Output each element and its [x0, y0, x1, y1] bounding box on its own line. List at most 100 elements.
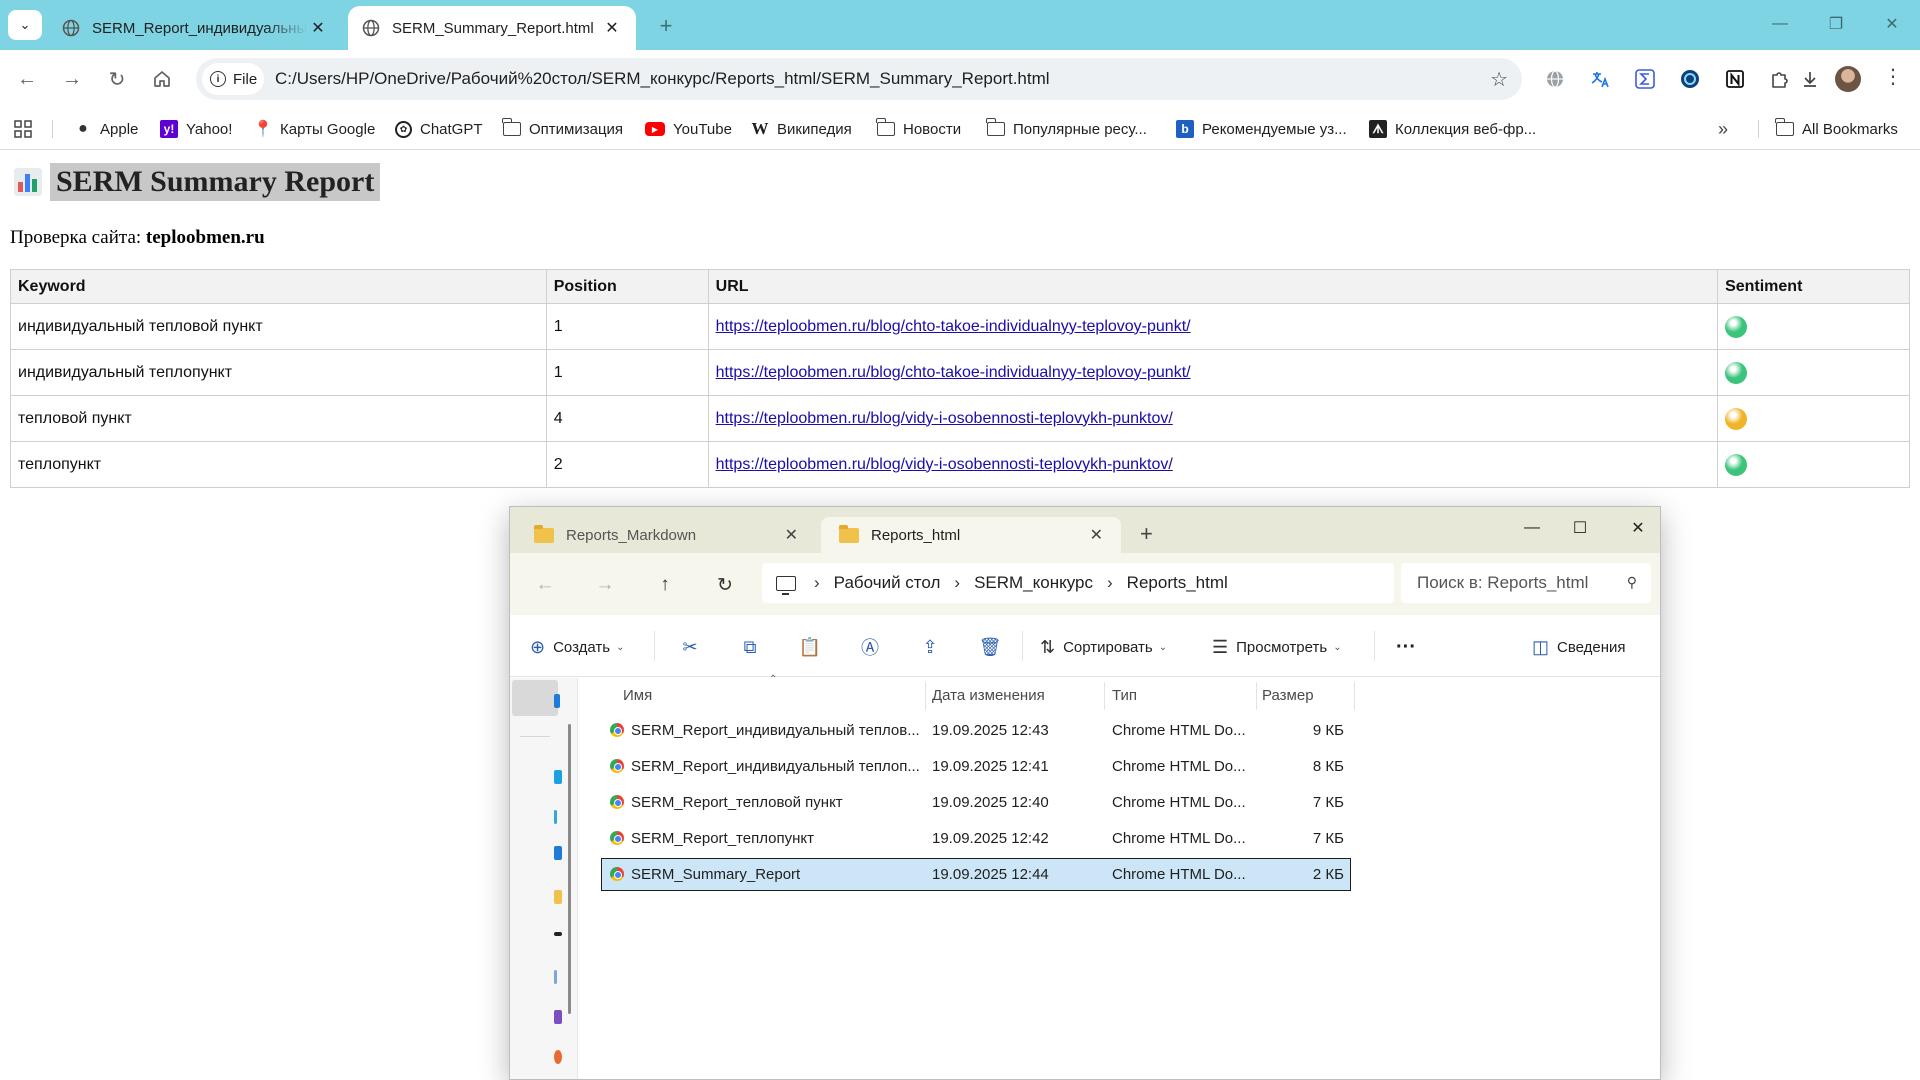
- file-row[interactable]: SERM_Summary_Report 19.09.2025 12:44 Chrom…: [601, 858, 1351, 891]
- new-tab-button[interactable]: +: [652, 12, 680, 40]
- restore-button[interactable]: ❐: [1806, 0, 1866, 48]
- all-bookmarks-button[interactable]: All Bookmarks: [1775, 118, 1898, 140]
- pictures-icon[interactable]: [554, 890, 562, 904]
- site-domain: teploobmen.ru: [145, 227, 265, 248]
- music-icon[interactable]: [554, 932, 562, 936]
- details-button[interactable]: ◫ Сведения: [1532, 635, 1626, 659]
- back-button[interactable]: ←: [10, 62, 44, 96]
- bookmark-label: ChatGPT: [420, 120, 483, 138]
- address-bar[interactable]: i File C:/Users/HP/OneDrive/Рабочий%20ст…: [196, 58, 1522, 100]
- bookmark-recommended[interactable]: b Рекомендуемые уз...: [1176, 118, 1347, 140]
- result-url-link[interactable]: https://teploobmen.ru/blog/chto-takoe-in…: [716, 364, 1191, 381]
- explorer-close-button[interactable]: ✕: [1618, 513, 1658, 543]
- result-url-link[interactable]: https://teploobmen.ru/blog/chto-takoe-in…: [716, 318, 1191, 335]
- desktop-icon[interactable]: [554, 770, 562, 784]
- column-header-date[interactable]: Дата изменения: [932, 678, 1045, 712]
- view-button[interactable]: ☰ Просмотреть ⌄: [1212, 635, 1342, 659]
- sort-ascending-icon: ⌃: [769, 674, 778, 685]
- nav-pane-selected-item[interactable]: [512, 680, 558, 716]
- chrome-html-file-icon: [610, 795, 624, 809]
- create-button[interactable]: ⊕ Создать ⌄: [530, 635, 625, 659]
- column-header-name[interactable]: Имя: [623, 678, 652, 712]
- documents-icon[interactable]: [554, 846, 562, 860]
- explorer-breadcrumb[interactable]: › Рабочий стол › SERM_конкурс › Reports_…: [762, 563, 1394, 603]
- close-icon[interactable]: ✕: [785, 525, 798, 545]
- close-icon[interactable]: ✕: [1090, 525, 1103, 545]
- videos-icon[interactable]: [554, 970, 557, 984]
- tab-close-icon[interactable]: ✕: [308, 18, 328, 38]
- explorer-back-button[interactable]: ←: [530, 571, 560, 599]
- result-url-link[interactable]: https://teploobmen.ru/blog/vidy-i-osoben…: [716, 456, 1173, 473]
- paste-icon[interactable]: 📋: [798, 635, 822, 659]
- copy-icon[interactable]: ⧉: [738, 635, 762, 659]
- profile-avatar[interactable]: [1835, 66, 1861, 92]
- file-row[interactable]: SERM_Report_индивидуальный теплоп... 19.0…: [602, 751, 1350, 782]
- bookmark-yahoo[interactable]: y! Yahoo!: [160, 118, 232, 140]
- bookmarks-overflow-button[interactable]: »: [1718, 118, 1728, 140]
- file-row[interactable]: SERM_Report_тепловой пункт 19.09.2025 12:…: [602, 787, 1350, 818]
- minimize-button[interactable]: —: [1750, 0, 1810, 48]
- translate-extension-icon[interactable]: [1587, 66, 1613, 92]
- apps-grid-button[interactable]: [14, 118, 32, 140]
- file-row[interactable]: SERM_Report_теплопункт 19.09.2025 12:42 Ch…: [602, 823, 1350, 854]
- more-options-icon[interactable]: ···: [1396, 635, 1416, 659]
- column-header-type[interactable]: Тип: [1112, 678, 1137, 712]
- bookmark-wikipedia[interactable]: W Википедия: [751, 118, 852, 140]
- bookmark-folder-news[interactable]: Новости: [876, 118, 961, 140]
- globe-extension-icon[interactable]: [1542, 66, 1568, 92]
- home-icon[interactable]: [554, 694, 560, 708]
- rename-icon[interactable]: Ⓐ: [858, 635, 882, 659]
- home-button[interactable]: [145, 62, 179, 96]
- folder-icon[interactable]: [554, 1050, 562, 1064]
- report-header: SERM Summary Report: [14, 161, 381, 203]
- bookmark-apple[interactable]: ● Apple: [74, 118, 138, 140]
- puzzle-extensions-icon[interactable]: [1767, 66, 1793, 92]
- explorer-tab-reports-html[interactable]: Reports_html ✕: [821, 517, 1121, 553]
- tab-search-button[interactable]: ⌄: [8, 10, 42, 40]
- explorer-refresh-button[interactable]: ↻: [710, 571, 740, 599]
- breadcrumb-desktop[interactable]: Рабочий стол: [834, 573, 941, 593]
- tab-close-icon[interactable]: ✕: [602, 18, 622, 38]
- cut-icon[interactable]: ✂: [678, 635, 702, 659]
- explorer-up-button[interactable]: ↑: [650, 571, 680, 599]
- bookmark-folder-optimization[interactable]: Оптимизация: [502, 118, 623, 140]
- result-url-link[interactable]: https://teploobmen.ru/blog/vidy-i-osoben…: [716, 410, 1173, 427]
- compass-extension-icon[interactable]: [1677, 66, 1703, 92]
- notion-extension-icon[interactable]: [1722, 66, 1748, 92]
- explorer-search-input[interactable]: Поиск в: Reports_html ⚲: [1401, 563, 1651, 603]
- bookmark-star-icon[interactable]: ☆: [1490, 67, 1508, 92]
- onedrive-icon[interactable]: [554, 1010, 562, 1024]
- double-chevron-right-icon: »: [1718, 118, 1729, 139]
- tab-serm-summary[interactable]: SERM_Summary_Report.html ✕: [348, 6, 636, 50]
- explorer-forward-button[interactable]: →: [590, 571, 620, 599]
- explorer-minimize-button[interactable]: —: [1512, 513, 1552, 543]
- forward-button[interactable]: →: [55, 62, 89, 96]
- bookmark-google-maps[interactable]: 📍 Карты Google: [253, 118, 375, 140]
- nav-pane-scrollbar[interactable]: [568, 724, 571, 1014]
- download-icon[interactable]: [1797, 66, 1823, 92]
- bookmark-web-collection[interactable]: ᗑ Коллекция веб-фр...: [1369, 118, 1536, 140]
- file-size: 8 КБ: [1312, 758, 1344, 775]
- file-row[interactable]: SERM_Report_индивидуальный теплов... 19.0…: [602, 715, 1350, 746]
- url-text[interactable]: C:/Users/HP/OneDrive/Рабочий%20стол/SERM…: [275, 69, 1050, 89]
- share-icon[interactable]: ⇪: [918, 635, 942, 659]
- bookmark-folder-popular[interactable]: Популярные ресу...: [986, 118, 1147, 140]
- more-menu-icon[interactable]: ⋮: [1883, 64, 1903, 89]
- explorer-maximize-button[interactable]: ☐: [1560, 513, 1600, 543]
- tab-serm-report[interactable]: SERM_Report_индивидуальный тепловой пунк…: [48, 6, 342, 50]
- delete-icon[interactable]: 🗑: [978, 635, 1002, 659]
- breadcrumb-serm-contest[interactable]: SERM_конкурс: [974, 573, 1093, 593]
- new-explorer-tab-button[interactable]: +: [1140, 521, 1153, 547]
- sort-button[interactable]: ⇅ Сортировать ⌄: [1040, 635, 1167, 659]
- keyword-cell: индивидуальный тепловой пункт: [10, 303, 547, 350]
- reload-button[interactable]: ↻: [100, 62, 134, 96]
- explorer-tab-reports-markdown[interactable]: Reports_Markdown ✕: [516, 517, 816, 553]
- site-info-chip[interactable]: i File: [202, 63, 264, 95]
- close-window-button[interactable]: ✕: [1862, 0, 1920, 48]
- downloads-icon[interactable]: [554, 810, 557, 824]
- sigma-extension-icon[interactable]: [1632, 66, 1658, 92]
- breadcrumb-reports-html[interactable]: Reports_html: [1127, 573, 1228, 593]
- column-header-size[interactable]: Размер: [1262, 678, 1314, 712]
- bookmark-chatgpt[interactable]: ✿ ChatGPT: [395, 118, 483, 140]
- bookmark-youtube[interactable]: ▶ YouTube: [645, 118, 732, 140]
